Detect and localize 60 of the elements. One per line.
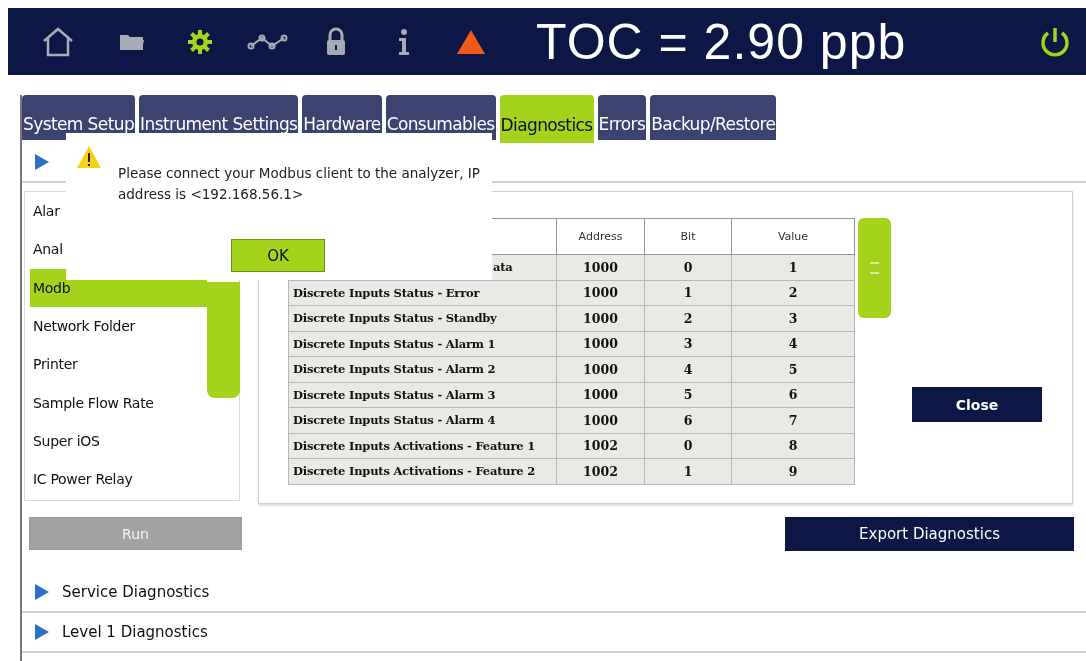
warning-icon xyxy=(76,145,102,169)
table-cell: 1000 xyxy=(556,407,645,433)
table-cell: 1002 xyxy=(556,433,645,459)
table-cell: Discrete Inputs Activations - Feature 1 xyxy=(288,433,557,459)
scrollbar-thumb[interactable] xyxy=(207,282,240,398)
table-cell: 6 xyxy=(731,382,855,408)
table-cell: 6 xyxy=(644,407,732,433)
table-cell: 1000 xyxy=(556,280,645,306)
table-cell: 5 xyxy=(644,382,732,408)
table-cell: 8 xyxy=(731,433,855,459)
list-item[interactable]: IC Power Relay xyxy=(30,460,207,499)
ok-button[interactable]: OK xyxy=(231,239,325,272)
column-header: Value xyxy=(731,218,855,255)
section-title[interactable]: Level 1 Diagnostics xyxy=(62,623,208,641)
table-cell: Discrete Inputs Activations - Feature 2 xyxy=(288,458,557,484)
table-cell: Discrete Inputs Status - Error xyxy=(288,280,557,306)
table-cell: Discrete Inputs Status - Alarm 4 xyxy=(288,407,557,433)
table-cell: 2 xyxy=(644,305,732,331)
table-cell: Discrete Inputs Status - Alarm 2 xyxy=(288,356,557,382)
table-cell: 7 xyxy=(731,407,855,433)
table-cell: Discrete Inputs Status - Alarm 1 xyxy=(288,331,557,357)
close-button[interactable]: Close xyxy=(912,387,1042,422)
expand-triangle-icon[interactable] xyxy=(35,584,49,600)
table-cell: Discrete Inputs Status - Standby xyxy=(288,305,557,331)
toc-reading: TOC = 2.90 ppb xyxy=(536,12,907,71)
expand-triangle-icon[interactable] xyxy=(35,624,49,640)
table-cell: 5 xyxy=(731,356,855,382)
list-item[interactable]: Network Folder xyxy=(30,306,207,346)
tab[interactable]: Diagnostics xyxy=(499,95,594,143)
table-cell: 4 xyxy=(644,356,732,382)
tab[interactable]: Errors xyxy=(597,95,647,140)
table-cell: 4 xyxy=(731,331,855,357)
expand-triangle-icon[interactable] xyxy=(35,154,49,170)
table-cell: 1000 xyxy=(556,254,645,280)
table-cell: 1000 xyxy=(556,305,645,331)
table-cell: 3 xyxy=(731,305,855,331)
export-diagnostics-button[interactable]: Export Diagnostics xyxy=(785,516,1074,551)
table-cell: 1000 xyxy=(556,331,645,357)
table-cell: 0 xyxy=(644,254,732,280)
column-header: Address xyxy=(556,218,645,255)
table-cell: 1000 xyxy=(556,382,645,408)
table-cell: 1 xyxy=(644,280,732,306)
table-cell: 9 xyxy=(731,458,855,484)
warning-triangle-icon[interactable] xyxy=(456,28,486,55)
tab[interactable]: Backup/Restore xyxy=(650,95,777,140)
table-cell: 1 xyxy=(731,254,855,280)
list-item[interactable]: Super iOS xyxy=(30,421,207,461)
table-cell: 1 xyxy=(644,458,732,484)
column-header: Bit xyxy=(644,218,732,255)
scrollbar-thumb[interactable] xyxy=(858,218,891,318)
table-cell: 1000 xyxy=(556,356,645,382)
table-cell: 3 xyxy=(644,331,732,357)
section-title[interactable]: Service Diagnostics xyxy=(62,583,210,601)
list-item[interactable]: Sample Flow Rate xyxy=(30,383,207,422)
table-cell: 2 xyxy=(731,280,855,306)
dialog-message: Please connect your Modbus client to the analyzer, IP address is <192.168.56.1> xyxy=(118,164,481,204)
list-item[interactable]: Printer xyxy=(30,345,207,384)
table-cell: 0 xyxy=(644,433,732,459)
table-cell: Discrete Inputs Status - Alarm 3 xyxy=(288,382,557,408)
table-cell: 1002 xyxy=(556,458,645,484)
